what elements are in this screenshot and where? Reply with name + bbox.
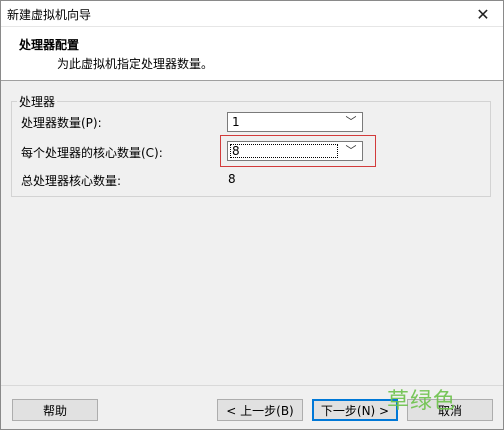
title-bar: 新建虚拟机向导 ✕ <box>1 1 503 27</box>
wizard-header: 处理器配置 为此虚拟机指定处理器数量。 <box>1 27 503 81</box>
focus-outline <box>230 144 338 158</box>
help-button[interactable]: 帮助 <box>12 399 98 421</box>
back-button[interactable]: < 上一步(B) <box>217 399 303 421</box>
processor-count-label: 处理器数量(P): <box>21 116 102 130</box>
total-cores-label: 总处理器核心数量: <box>21 174 122 188</box>
cores-per-processor-label: 每个处理器的核心数量(C): <box>21 146 163 160</box>
wizard-window: 新建虚拟机向导 ✕ 处理器配置 为此虚拟机指定处理器数量。 处理器 处理器数量(… <box>0 0 504 430</box>
page-title: 处理器配置 <box>19 38 80 52</box>
chevron-down-icon[interactable]: ﹀ <box>344 142 358 160</box>
window-title: 新建虚拟机向导 <box>7 8 92 22</box>
page-subtitle: 为此虚拟机指定处理器数量。 <box>57 57 214 71</box>
processor-count-select[interactable]: 1 ﹀ <box>227 112 363 132</box>
cores-per-processor-value: 8 <box>232 144 240 158</box>
chevron-down-icon[interactable]: ﹀ <box>344 113 358 131</box>
processor-count-value: 1 <box>232 115 240 129</box>
processor-group-label: 处理器 <box>17 93 58 110</box>
total-cores-value: 8 <box>228 172 236 186</box>
cores-per-processor-select[interactable]: 8 ﹀ <box>227 141 363 161</box>
close-icon[interactable]: ✕ <box>463 1 503 27</box>
watermark-text: 草绿色 <box>387 389 457 414</box>
next-button[interactable]: 下一步(N) > <box>312 399 398 421</box>
